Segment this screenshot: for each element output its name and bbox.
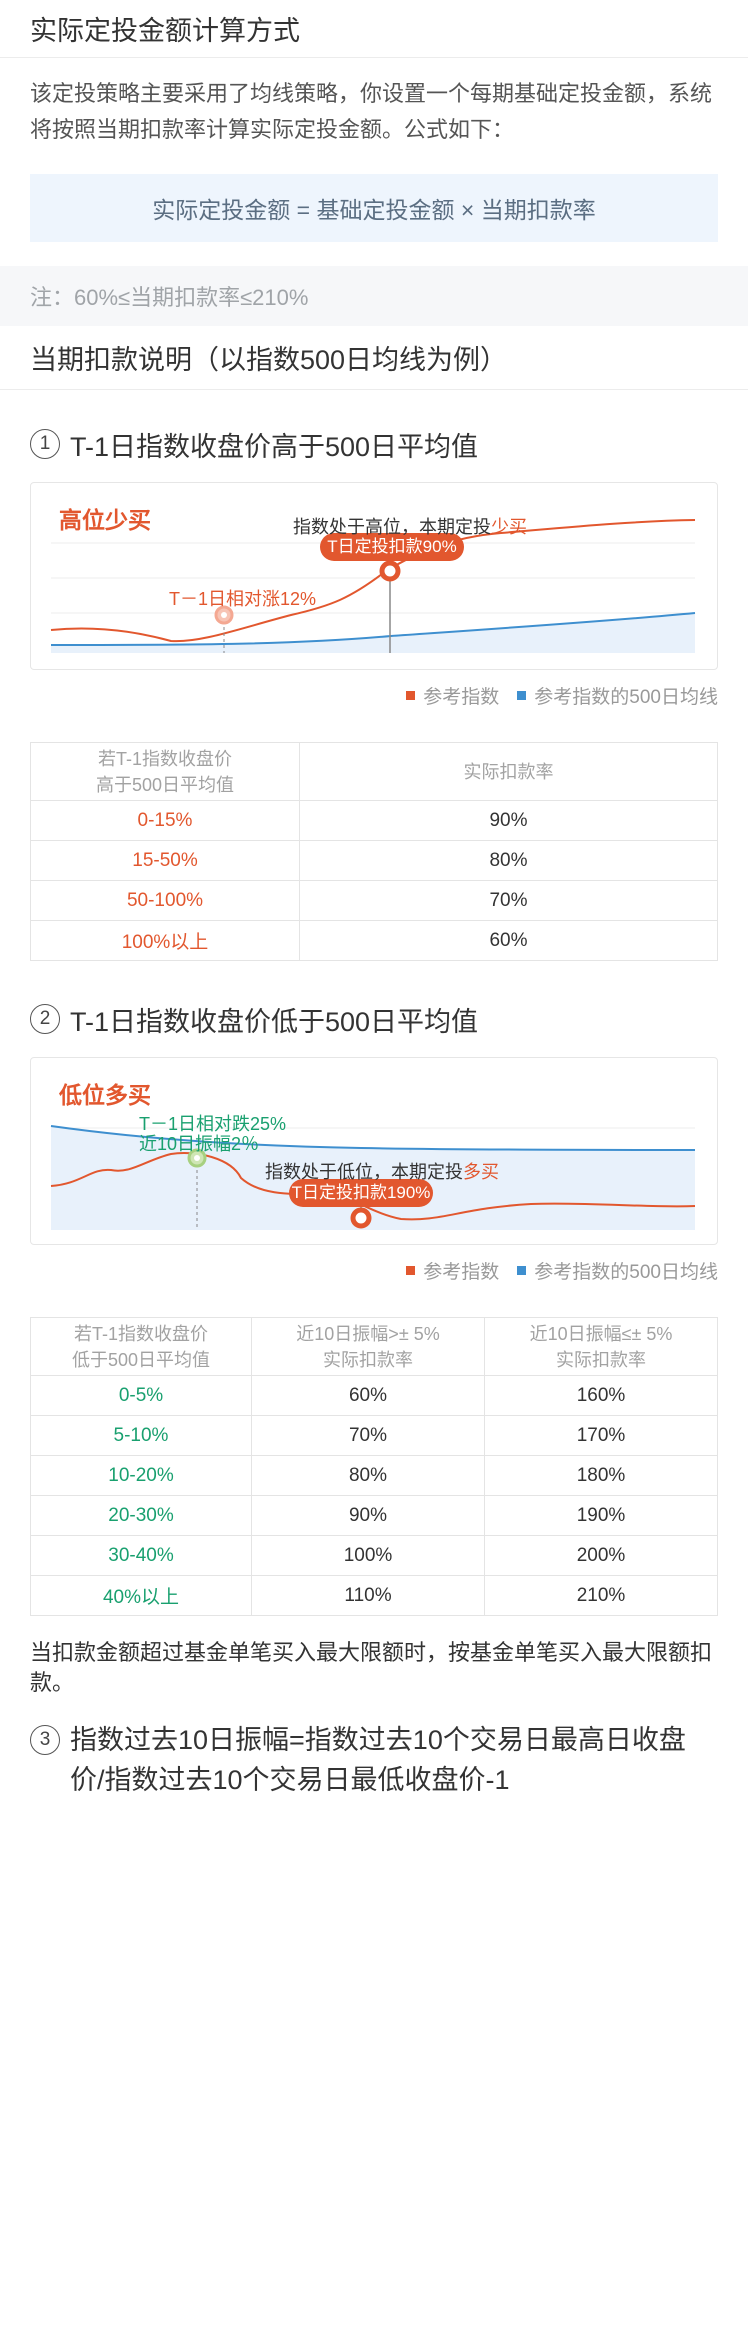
table-row: 50-100% 70% [30, 880, 718, 921]
formula-box: 实际定投金额 = 基础定投金额 × 当期扣款率 [30, 174, 718, 242]
rate-cell: 70% [251, 1415, 485, 1456]
legend-1: 参考指数 参考指数的500日均线 [0, 684, 748, 708]
legend-index-label: 参考指数 [423, 1261, 500, 1283]
t-point-low [350, 1207, 372, 1229]
table-header: 近10日振幅≤± 5% 实际扣款率 [484, 1317, 718, 1376]
table-header: 若T-1指数收盘价 高于500日平均值 [30, 742, 300, 801]
circle-number-1-icon: 1 [30, 429, 60, 459]
table-header: 实际扣款率 [299, 742, 718, 801]
header-calc-method-text: 实际定投金额计算方式 [30, 16, 300, 46]
table-row: 40%以上 110% 210% [30, 1575, 718, 1616]
table-row: 0-5% 60% 160% [30, 1375, 718, 1416]
rate-cell: 180% [484, 1455, 718, 1496]
t-point-high [379, 560, 401, 582]
header-line: 近10日振幅≤± 5% 实际扣款率 [529, 1323, 673, 1370]
chart-high: 高位少买 指数处于高位，本期定投少买 T日定投扣款90% T－1日相对涨12% [30, 482, 718, 670]
rate-cell: 160% [484, 1375, 718, 1416]
range-cell: 40%以上 [30, 1575, 252, 1616]
rate-cell: 90% [251, 1495, 485, 1536]
range-cell: 10-20% [30, 1455, 252, 1496]
section2-title-text: T-1日指数收盘价低于500日平均值 [70, 1006, 479, 1037]
range-cell: 50-100% [30, 880, 300, 921]
table-row: 20-30% 90% 190% [30, 1495, 718, 1536]
rate-cell: 60% [299, 920, 718, 961]
chart-low: 低位多买 T－1日相对跌25% 近10日振幅2％ 指数处于低位，本期定投多买 T… [30, 1057, 718, 1245]
table-header: 近10日振幅>± 5% 实际扣款率 [251, 1317, 485, 1376]
section1-title-text: T-1日指数收盘价高于500日平均值 [70, 431, 479, 462]
legend-index-label: 参考指数 [423, 686, 500, 708]
note-bar: 注：60%≤当期扣款率≤210% [0, 266, 748, 326]
rate-cell: 100% [251, 1535, 485, 1576]
table-row: 0-15% 90% [30, 800, 718, 841]
badge-low: T日定投扣款190% [291, 1183, 431, 1202]
footnote-text: 当扣款金额超过基金单笔买入最大限额时，按基金单笔买入最大限额扣款。 [30, 1640, 713, 1695]
header-deduction-desc: 当期扣款说明（以指数500日均线为例） [0, 326, 748, 390]
annotation-highlight: 少买 [491, 517, 527, 537]
range-cell: 100%以上 [30, 920, 300, 961]
circle-number-3-icon: 3 [30, 1725, 60, 1755]
rate-cell: 80% [299, 840, 718, 881]
rate-table-low: 若T-1指数收盘价 低于500日平均值 近10日振幅>± 5% 实际扣款率 近1… [30, 1317, 718, 1616]
point-label-low-2: 近10日振幅2％ [139, 1134, 260, 1154]
rate-cell: 170% [484, 1415, 718, 1456]
section1-title: 1 T-1日指数收盘价高于500日平均值 [0, 422, 748, 466]
range-cell: 0-15% [30, 800, 300, 841]
point-label-high: T－1日相对涨12% [169, 589, 317, 609]
legend-swatch-ma [517, 1265, 527, 1275]
range-cell: 5-10% [30, 1415, 252, 1456]
rate-table-high: 若T-1指数收盘价 高于500日平均值 实际扣款率 0-15% 90% 15-50… [30, 742, 718, 961]
range-cell: 30-40% [30, 1535, 252, 1576]
header-line: 若T-1指数收盘价 高于500日平均值 [95, 748, 235, 795]
rate-cell: 210% [484, 1575, 718, 1616]
t1-point-high-inner [221, 612, 227, 618]
legend-swatch-ma [517, 690, 527, 700]
chart-high-label: 高位少买 [59, 507, 151, 533]
section3-item: 3 指数过去10日振幅=指数过去10个交易日最高日收盘价/指数过去10个交易日最… [0, 1720, 748, 1800]
rate-cell: 70% [299, 880, 718, 921]
header-calc-method: 实际定投金额计算方式 [0, 0, 748, 58]
range-cell: 15-50% [30, 840, 300, 881]
formula-text: 实际定投金额 = 基础定投金额 × 当期扣款率 [152, 197, 596, 223]
header-deduction-desc-text: 当期扣款说明（以指数500日均线为例） [30, 345, 508, 375]
range-cell: 0-5% [30, 1375, 252, 1416]
chart-low-label: 低位多买 [59, 1082, 151, 1108]
table-row: 100%以上 60% [30, 920, 718, 961]
legend-swatch-index [406, 690, 416, 700]
intro-text: 该定投策略主要采用了均线策略，你设置一个每期基础定投金额，系统将按照当期扣款率计… [30, 81, 713, 142]
rate-cell: 90% [299, 800, 718, 841]
table-row: 5-10% 70% 170% [30, 1415, 718, 1456]
table-row: 10-20% 80% 180% [30, 1455, 718, 1496]
ma-area [51, 613, 695, 653]
header-line: 近10日振幅>± 5% 实际扣款率 [296, 1323, 440, 1370]
legend-swatch-index [406, 1265, 416, 1275]
section2-title: 2 T-1日指数收盘价低于500日平均值 [0, 997, 748, 1041]
range-cell: 20-30% [30, 1495, 252, 1536]
badge-high: T日定投扣款90% [327, 537, 457, 556]
note-text: 注：60%≤当期扣款率≤210% [30, 285, 309, 310]
legend-ma-label: 参考指数的500日均线 [534, 686, 718, 708]
table-header: 若T-1指数收盘价 低于500日平均值 [30, 1317, 252, 1376]
header-line: 若T-1指数收盘价 低于500日平均值 [71, 1323, 211, 1370]
legend-ma-label: 参考指数的500日均线 [534, 1261, 718, 1283]
legend-2: 参考指数 参考指数的500日均线 [0, 1259, 748, 1283]
section3-text: 指数过去10日振幅=指数过去10个交易日最高日收盘价/指数过去10个交易日最低收… [70, 1725, 686, 1795]
annotation-highlight: 多买 [463, 1162, 499, 1182]
rate-cell: 110% [251, 1575, 485, 1616]
rate-cell: 60% [251, 1375, 485, 1416]
table-row: 30-40% 100% 200% [30, 1535, 718, 1576]
rate-cell: 200% [484, 1535, 718, 1576]
rate-cell: 80% [251, 1455, 485, 1496]
table-row: 15-50% 80% [30, 840, 718, 881]
circle-number-2-icon: 2 [30, 1004, 60, 1034]
rate-cell: 190% [484, 1495, 718, 1536]
